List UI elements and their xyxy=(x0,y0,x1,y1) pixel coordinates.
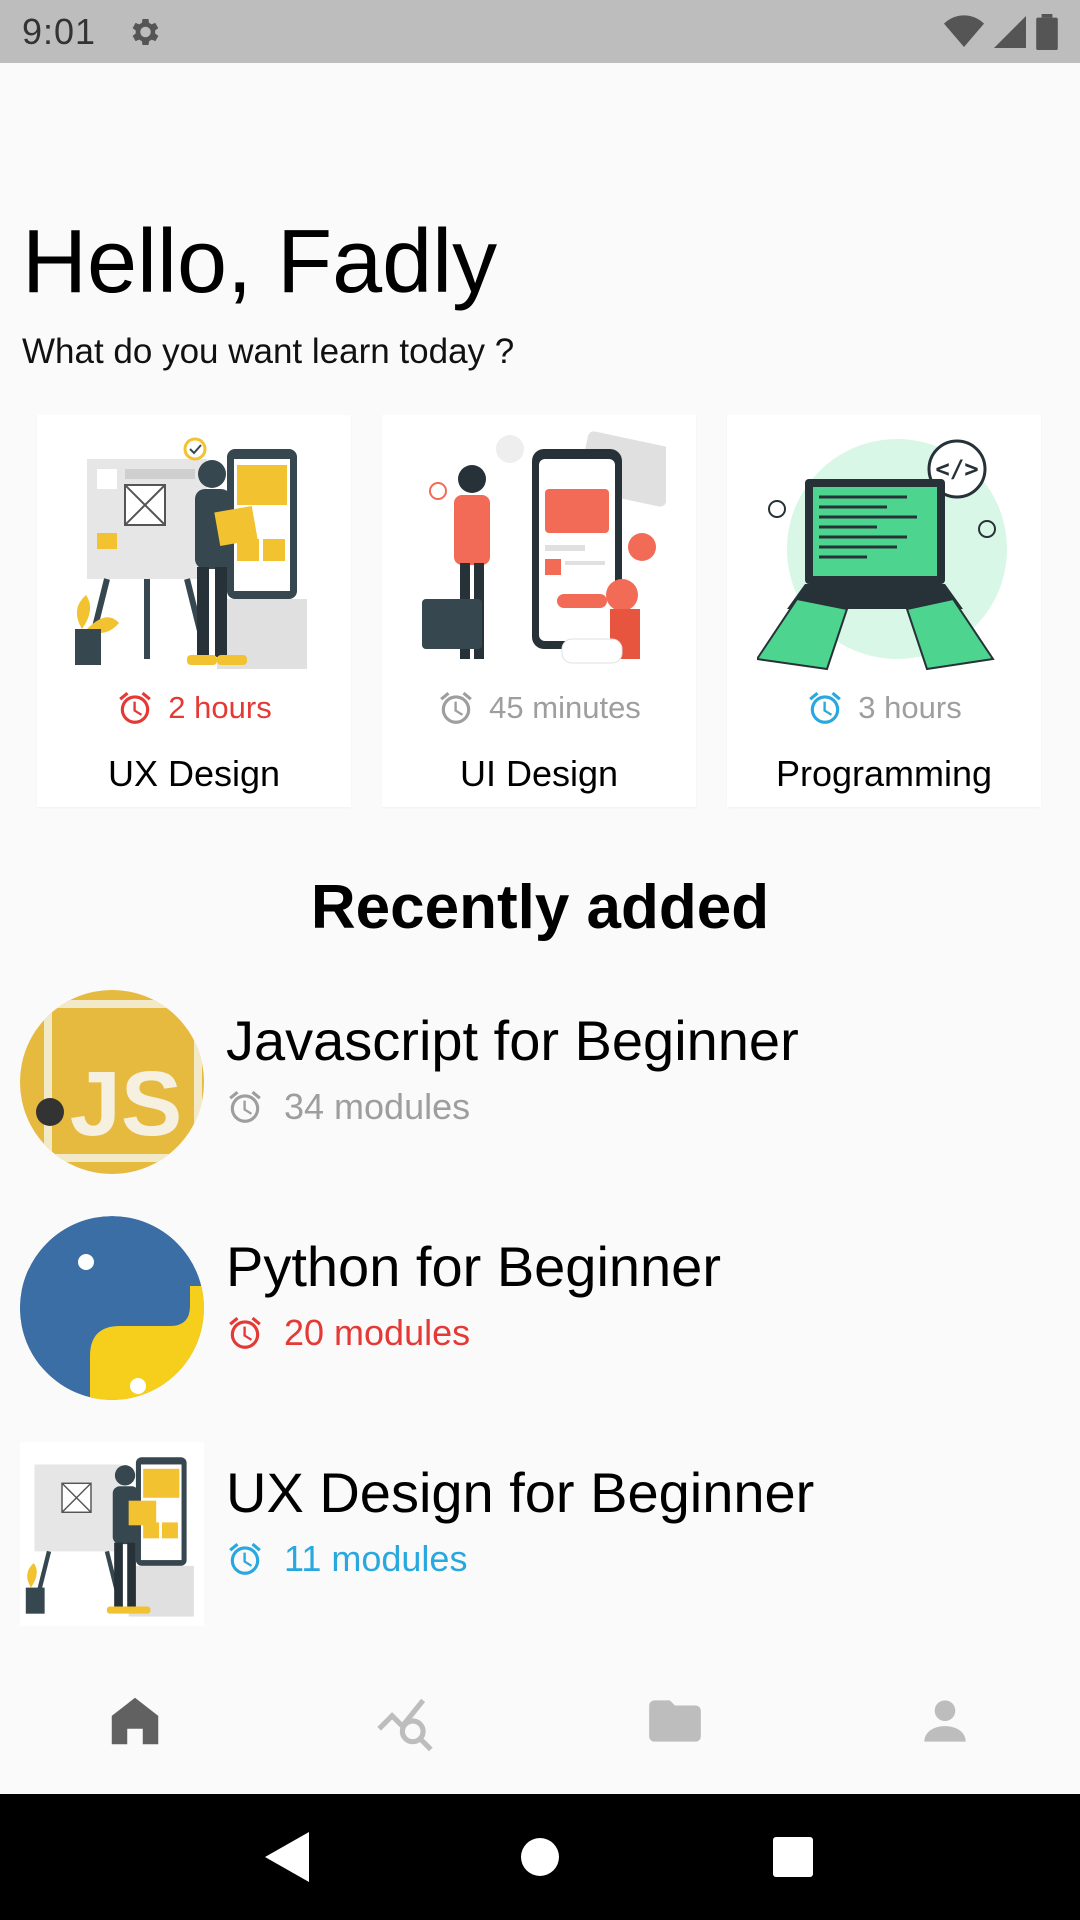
course-duration: 3 hours xyxy=(727,689,1041,727)
folder-icon xyxy=(649,1700,701,1742)
svg-text:JS: JS xyxy=(70,1053,183,1155)
system-navigation-bar xyxy=(0,1794,1080,1920)
course-card-programming[interactable]: </> 3 hours Programming xyxy=(727,415,1041,807)
battery-icon xyxy=(1036,13,1058,50)
list-item-python[interactable]: Python for Beginner 20 modules xyxy=(20,1216,1060,1400)
alarm-clock-icon xyxy=(229,1542,261,1575)
course-card-ux-design[interactable]: 2 hours UX Design xyxy=(37,415,351,807)
status-time: 9:01 xyxy=(22,10,97,52)
course-title: Programming xyxy=(775,753,993,794)
alarm-clock-icon xyxy=(809,691,842,724)
ux-design-thumbnail xyxy=(20,1442,204,1626)
list-item-modules: 34 modules xyxy=(284,1086,471,1127)
javascript-logo: JS xyxy=(20,990,204,1174)
python-logo xyxy=(20,1216,204,1400)
greeting-title: Hello, Fadly xyxy=(22,212,498,312)
nav-folder[interactable] xyxy=(615,1661,735,1781)
course-card-ui-design[interactable]: 45 minutes UI Design xyxy=(382,415,696,807)
programming-illustration: </> xyxy=(757,439,1007,671)
recently-added-heading: Recently added xyxy=(310,873,770,942)
person-icon xyxy=(924,1700,966,1742)
system-home-button[interactable] xyxy=(500,1817,580,1897)
course-duration: 2 hours xyxy=(37,689,351,727)
course-duration-text: 3 hours xyxy=(858,690,962,725)
list-item-title: Javascript for Beginner xyxy=(226,1009,799,1072)
list-item-meta: 20 modules xyxy=(226,1312,470,1354)
list-item-title: UX Design for Beginner xyxy=(226,1461,815,1524)
analytics-search-icon xyxy=(377,1698,433,1752)
ui-design-illustration xyxy=(422,431,666,664)
nav-profile[interactable] xyxy=(885,1661,1005,1781)
list-item-modules: 11 modules xyxy=(284,1538,468,1579)
course-duration-text: 2 hours xyxy=(168,690,272,725)
alarm-clock-icon xyxy=(229,1090,261,1123)
system-recents-button[interactable] xyxy=(753,1817,833,1897)
course-duration-text: 45 minutes xyxy=(489,690,641,725)
ux-design-illustration xyxy=(75,437,307,669)
nav-analytics[interactable] xyxy=(345,1661,465,1781)
greeting-subtitle: What do you want learn today ? xyxy=(22,332,515,371)
wifi-icon xyxy=(944,14,984,47)
course-title: UX Design xyxy=(107,753,281,794)
course-cards-row: 2 hours UX Design 45 minutes UI Design <… xyxy=(37,415,1043,807)
back-triangle-icon xyxy=(264,1832,309,1882)
list-item-title: Python for Beginner xyxy=(226,1235,721,1298)
home-circle-icon xyxy=(520,1838,559,1876)
list-item-meta: 34 modules xyxy=(226,1086,470,1128)
list-item-modules: 20 modules xyxy=(284,1312,471,1353)
nav-home[interactable] xyxy=(75,1661,195,1781)
course-duration: 45 minutes xyxy=(382,689,696,727)
course-title: UI Design xyxy=(459,753,619,794)
alarm-clock-icon xyxy=(119,691,152,724)
svg-text:</>: </> xyxy=(935,455,978,483)
status-bar: 9:01 xyxy=(0,0,1080,63)
alarm-clock-icon xyxy=(229,1316,261,1349)
home-icon xyxy=(111,1697,159,1745)
recents-square-icon xyxy=(773,1837,814,1877)
alarm-clock-icon xyxy=(440,691,473,724)
settings-gear-icon xyxy=(132,18,159,45)
cell-signal-icon xyxy=(994,15,1026,48)
list-item-meta: 11 modules xyxy=(226,1538,467,1580)
list-item-ux-design[interactable]: UX Design for Beginner 11 modules xyxy=(20,1442,1060,1626)
system-back-button[interactable] xyxy=(247,1817,327,1897)
bottom-navigation xyxy=(0,1648,1080,1794)
list-item-javascript[interactable]: JS Javascript for Beginner 34 modules xyxy=(20,990,1060,1174)
